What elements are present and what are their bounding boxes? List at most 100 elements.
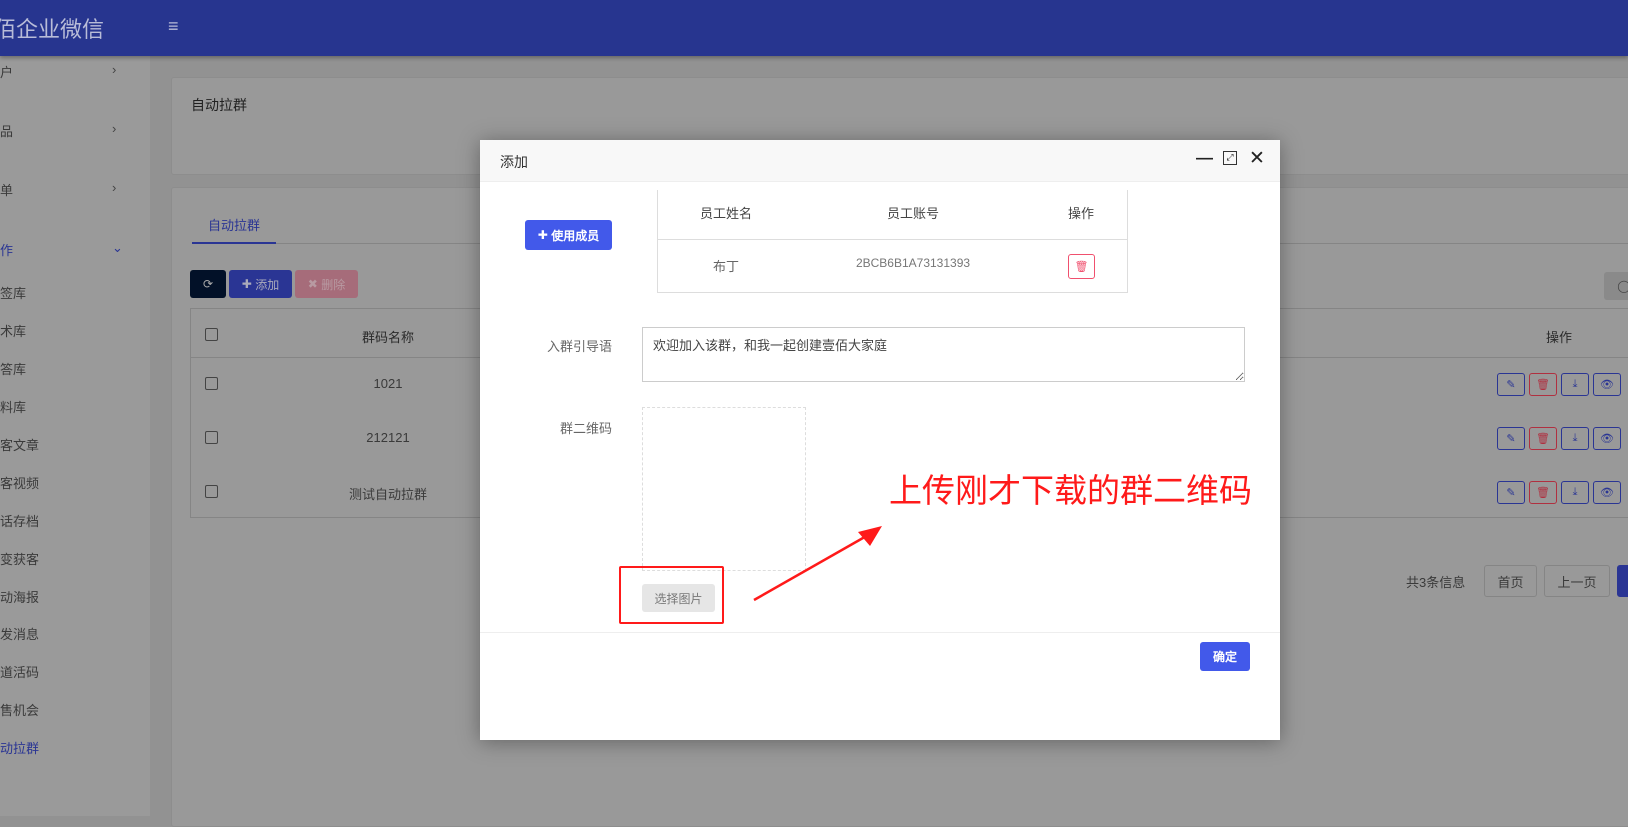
plus-icon: ✚ (241, 277, 252, 291)
delete-button[interactable]: 🗑 (1529, 481, 1557, 504)
minimize-icon[interactable]: — (1196, 148, 1213, 168)
confirm-button[interactable]: 确定 (1200, 642, 1250, 671)
sidebar-item[interactable]: 答库 (0, 359, 26, 378)
sidebar-item[interactable]: 作 (0, 240, 13, 259)
sidebar-item-label: 动拉群 (0, 741, 40, 756)
column-header-name: 群码名称 (361, 330, 415, 345)
maximize-icon[interactable]: ⤢ (1223, 151, 1237, 165)
add-button[interactable]: ✚ 添加 (229, 270, 292, 298)
row-checkbox[interactable] (205, 377, 218, 390)
sidebar-item-label: 道活码 (0, 665, 40, 680)
delete-icon: 🗑 (1536, 487, 1550, 499)
sidebar-item-label: 发消息 (0, 627, 40, 642)
download-icon: ⤓ (1572, 486, 1578, 498)
view-icon: 👁 (1600, 487, 1614, 499)
qr-label: 群二维码 (559, 421, 612, 436)
column-header-operation: 操作 (1067, 206, 1095, 221)
chevron-icon[interactable]: › (112, 121, 116, 136)
current-page-button[interactable] (1617, 565, 1628, 597)
view-button[interactable]: 👁 (1593, 427, 1621, 450)
sidebar-item-label: 动海报 (0, 590, 40, 605)
total-count: 共3条信息 (1406, 575, 1466, 590)
divider (480, 632, 1280, 633)
view-icon: 👁 (1600, 379, 1614, 391)
plus-icon: ✚ (537, 228, 548, 242)
annotation-text: 上传刚才下载的群二维码 (889, 472, 1252, 509)
sidebar-item[interactable]: 售机会 (0, 700, 39, 719)
delete-icon: 🗑 (1536, 379, 1550, 391)
remove-member-button[interactable]: 🗑 (1068, 254, 1095, 279)
edit-icon: ✎ (1506, 379, 1516, 391)
sidebar-item[interactable]: 签库 (0, 283, 26, 302)
sidebar-item[interactable]: 动拉群 (0, 738, 39, 757)
guide-textarea[interactable]: 欢迎加入该群，和我一起创建壹佰大家庭 (642, 327, 1245, 382)
page-title: 自动拉群 (191, 97, 247, 113)
chevron-icon[interactable]: ⌄ (112, 240, 123, 256)
column-header-actions: 操作 (1545, 330, 1573, 345)
annotation-arrow-icon (753, 526, 882, 602)
download-button[interactable]: ⤓ (1561, 427, 1589, 450)
group-name: 1021 (373, 376, 403, 391)
brand-logo: 佰企业微信 (0, 17, 105, 42)
delete-button[interactable]: 🗑 (1529, 373, 1557, 396)
edit-button[interactable]: ✎ (1497, 427, 1525, 450)
sidebar-item[interactable]: 客视频 (0, 473, 39, 492)
sidebar-item[interactable]: 客文章 (0, 435, 39, 454)
sidebar-item-label: 术库 (0, 324, 27, 339)
annotation-highlight-box (619, 566, 724, 624)
chevron-icon[interactable]: › (112, 180, 116, 195)
sidebar-item[interactable]: 变获客 (0, 549, 39, 568)
first-page-button[interactable]: 首页 (1484, 565, 1537, 597)
divider (658, 239, 1128, 240)
refresh-button[interactable]: ⟳ (190, 270, 226, 298)
add-dialog: 添加 — ⤢ ✕ ✚ 使用成员 员工姓名 员工账号 操作 布丁 2BCB6B1A… (480, 140, 1280, 740)
refresh-icon: ⟳ (202, 277, 214, 291)
member-account: 2BCB6B1A73131393 (855, 256, 971, 270)
group-name: 212121 (366, 430, 410, 445)
sidebar-item[interactable]: 品 (0, 121, 13, 140)
delete-button[interactable]: 🗑 (1529, 427, 1557, 450)
close-icon[interactable]: ✕ (1249, 147, 1265, 170)
prev-page-button[interactable]: 上一页 (1544, 565, 1610, 597)
row-checkbox[interactable] (205, 431, 218, 444)
sidebar-item-label: 作 (0, 243, 14, 258)
trash-icon: 🗑 (1074, 261, 1089, 273)
edit-button[interactable]: ✎ (1497, 481, 1525, 504)
toggle-columns-button[interactable]: ◯ (1604, 272, 1628, 300)
sidebar-item[interactable]: 动海报 (0, 587, 39, 606)
top-navbar: 佰企业微信 ≡ (0, 0, 1628, 56)
sidebar-item[interactable]: 发消息 (0, 624, 39, 643)
sidebar-item[interactable]: 单 (0, 180, 13, 199)
dialog-header: 添加 — ⤢ ✕ (480, 140, 1280, 182)
sidebar-item[interactable]: 话存档 (0, 511, 39, 530)
sidebar-item-label: 话存档 (0, 514, 40, 529)
sidebar-item-label: 料库 (0, 400, 27, 415)
sidebar-item[interactable]: 户 (0, 62, 13, 81)
delete-label: 删除 (321, 277, 346, 292)
column-header-employee-account: 员工账号 (886, 206, 940, 221)
view-button[interactable]: 👁 (1593, 481, 1621, 504)
tab-underline (192, 242, 276, 244)
view-icon: 👁 (1600, 433, 1614, 445)
delete-button[interactable]: ✖ 删除 (295, 270, 358, 298)
sidebar-item[interactable]: 料库 (0, 397, 26, 416)
tab-auto-group[interactable]: 自动拉群 (208, 215, 260, 234)
select-all-checkbox[interactable] (205, 328, 218, 341)
menu-toggle-icon[interactable]: ≡ (168, 16, 179, 37)
member-table: 员工姓名 员工账号 操作 布丁 2BCB6B1A73131393 🗑 (657, 190, 1128, 293)
sidebar-item-label: 客文章 (0, 438, 40, 453)
use-member-button[interactable]: ✚ 使用成员 (525, 220, 612, 250)
edit-button[interactable]: ✎ (1497, 373, 1525, 396)
download-button[interactable]: ⤓ (1561, 373, 1589, 396)
delete-icon: 🗑 (1536, 433, 1550, 445)
sidebar-item[interactable]: 术库 (0, 321, 26, 340)
sidebar-item[interactable]: 道活码 (0, 662, 39, 681)
download-button[interactable]: ⤓ (1561, 481, 1589, 504)
row-checkbox[interactable] (205, 485, 218, 498)
download-icon: ⤓ (1572, 378, 1578, 390)
sidebar-item-label: 品 (0, 124, 14, 139)
dialog-title: 添加 (500, 154, 528, 170)
view-button[interactable]: 👁 (1593, 373, 1621, 396)
chevron-icon[interactable]: › (112, 62, 116, 77)
sidebar-item-label: 变获客 (0, 552, 40, 567)
